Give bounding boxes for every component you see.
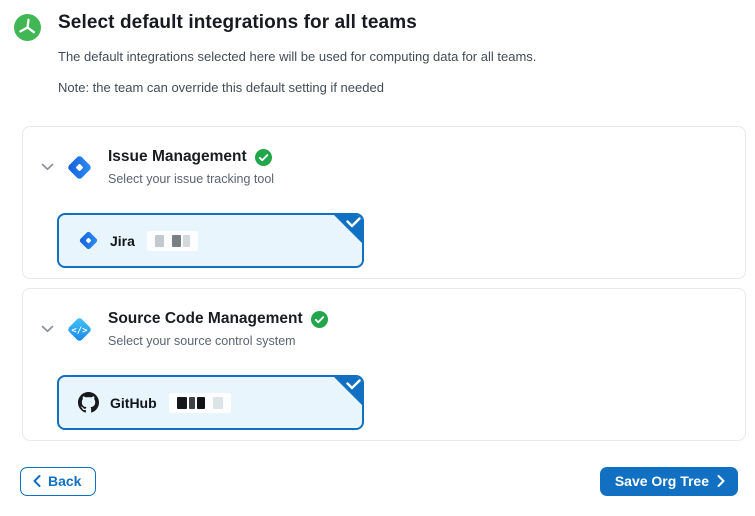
chevron-left-icon xyxy=(33,475,41,487)
save-button-label: Save Org Tree xyxy=(615,473,709,489)
page-title: Select default integrations for all team… xyxy=(58,12,536,34)
back-button[interactable]: Back xyxy=(20,467,96,496)
jira-icon xyxy=(78,230,99,251)
selected-corner-check-icon xyxy=(332,375,364,407)
jira-diamond-icon xyxy=(65,153,94,182)
tool-name: Jira xyxy=(110,233,135,249)
section-header: Issue Management Select your issue track… xyxy=(40,148,745,186)
footer: Back Save Org Tree xyxy=(20,467,738,496)
svg-text:</>: </> xyxy=(71,325,87,335)
page-note: Note: the team can override this default… xyxy=(58,80,536,95)
github-icon xyxy=(78,392,99,413)
code-diamond-icon: </> xyxy=(65,315,94,344)
integration-sections: Issue Management Select your issue track… xyxy=(22,126,746,441)
section-subtitle: Select your issue tracking tool xyxy=(108,172,274,186)
save-org-tree-button[interactable]: Save Org Tree xyxy=(600,467,738,496)
chevron-down-icon[interactable] xyxy=(40,160,54,174)
section-source-code-management: </> Source Code Management Select your s… xyxy=(22,288,746,441)
section-title: Issue Management xyxy=(108,148,247,166)
page-header: Select default integrations for all team… xyxy=(0,0,755,95)
selected-corner-check-icon xyxy=(332,213,364,245)
green-check-icon xyxy=(311,311,328,328)
tool-name: GitHub xyxy=(110,395,157,411)
section-subtitle: Select your source control system xyxy=(108,334,328,348)
tool-card-jira[interactable]: Jira xyxy=(57,213,364,268)
app-logo-icon xyxy=(14,14,41,41)
page-description: The default integrations selected here w… xyxy=(58,49,536,64)
chevron-right-icon xyxy=(717,475,725,487)
section-title: Source Code Management xyxy=(108,310,303,328)
green-check-icon xyxy=(255,149,272,166)
section-issue-management: Issue Management Select your issue track… xyxy=(22,126,746,279)
section-header: </> Source Code Management Select your s… xyxy=(40,310,745,348)
back-button-label: Back xyxy=(48,473,81,489)
redacted-text xyxy=(169,393,231,413)
tool-card-github[interactable]: GitHub xyxy=(57,375,364,430)
chevron-down-icon[interactable] xyxy=(40,322,54,336)
redacted-text xyxy=(147,231,198,251)
